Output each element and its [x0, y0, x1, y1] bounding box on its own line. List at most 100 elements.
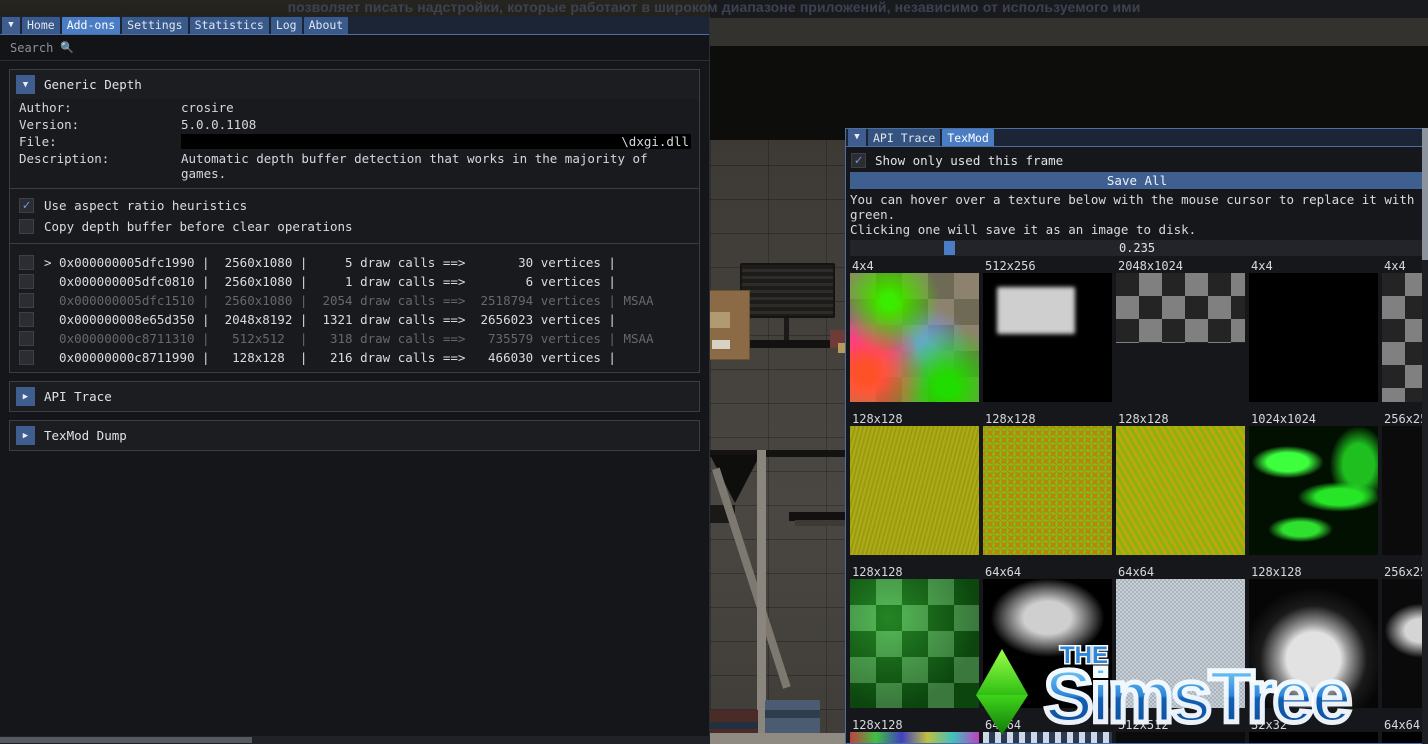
texture-size-label: 64x64 [983, 565, 1116, 579]
field-version-key: Version: [19, 117, 181, 132]
texmod-dump-header[interactable]: ▶ TexMod Dump [10, 421, 699, 450]
texture-cell[interactable]: 64x64 [983, 565, 1116, 718]
slider-value: 0.235 [850, 240, 1424, 256]
checkbox-box[interactable] [19, 274, 34, 289]
texmod-tabbar: ▼ API Trace TexMod [846, 129, 1428, 147]
vent-stem [784, 318, 789, 340]
scrollbar-thumb[interactable] [1422, 128, 1428, 260]
texture-thumbnail[interactable] [850, 732, 979, 744]
depth-buffer-row[interactable]: 0x000000008e65d350 | 2048x8192 | 1321 dr… [10, 310, 699, 329]
texture-cell[interactable]: 128x128 [850, 718, 983, 744]
background-banner-text: позволяет писать надстройки, которые раб… [0, 0, 1428, 16]
triangle-right-icon[interactable]: ▶ [16, 387, 35, 406]
field-file-key: File: [19, 134, 181, 149]
checkbox-copy-depth-buffer[interactable]: Copy depth buffer before clear operation… [10, 216, 699, 237]
texture-size-label: 64x64 [1116, 565, 1249, 579]
texture-cell[interactable]: 32x32 [1249, 718, 1382, 744]
field-description-key: Description: [19, 151, 181, 181]
horizontal-scrollbar[interactable] [0, 736, 710, 744]
checkbox-label: Show only used this frame [875, 153, 1063, 168]
scrollbar-thumb[interactable] [0, 737, 252, 743]
texmod-dump-group[interactable]: ▶ TexMod Dump [9, 420, 700, 451]
depth-buffer-text: 0x000000005dfc1510 | 2560x1080 | 2054 dr… [44, 293, 654, 308]
triangle-down-icon[interactable]: ▼ [16, 75, 35, 94]
texture-cell[interactable]: 128x128 [850, 412, 983, 565]
checkbox-box[interactable] [19, 312, 34, 327]
texture-thumbnail[interactable] [1249, 732, 1378, 744]
ceiling [710, 18, 1428, 46]
field-description: Description: Automatic depth buffer dete… [10, 150, 699, 182]
reshade-panel: ▼ Home Add-ons Settings Statistics Log A… [0, 16, 710, 744]
texture-thumbnail[interactable] [983, 273, 1112, 402]
texture-thumbnail[interactable] [1249, 579, 1378, 708]
texture-thumbnail[interactable] [983, 579, 1112, 708]
texture-thumbnail[interactable] [1116, 426, 1245, 555]
texture-cell[interactable]: 2048x1024 [1116, 259, 1249, 412]
texture-thumbnail[interactable] [983, 732, 1112, 744]
generic-depth-header[interactable]: ▼ Generic Depth [10, 70, 699, 99]
api-trace-header[interactable]: ▶ API Trace [10, 382, 699, 411]
texture-cell[interactable]: 512x256 [983, 259, 1116, 412]
tab-settings[interactable]: Settings [122, 17, 187, 34]
tab-add-ons[interactable]: Add-ons [62, 17, 120, 34]
depth-buffer-row[interactable]: > 0x000000005dfc1990 | 2560x1080 | 5 dra… [10, 253, 699, 272]
checkbox-box[interactable] [19, 219, 34, 234]
checkbox-use-aspect-ratio-heuristics[interactable]: ✓ Use aspect ratio heuristics [10, 195, 699, 216]
texture-size-label: 512x512 [1116, 718, 1249, 732]
texture-grid: 4x4 512x256 2048x1024 4x4 [850, 259, 1424, 744]
check-icon: ✓ [855, 154, 863, 167]
texture-scale-slider[interactable]: 0.235 [850, 240, 1424, 256]
texture-thumbnail[interactable] [850, 426, 979, 555]
generic-depth-title: Generic Depth [44, 77, 142, 92]
texture-size-label: 128x128 [1249, 565, 1382, 579]
texture-thumbnail[interactable] [983, 426, 1112, 555]
checkbox-box[interactable]: ✓ [19, 198, 34, 213]
checkbox-box[interactable] [19, 331, 34, 346]
triangle-right-icon[interactable]: ▶ [16, 426, 35, 445]
texture-cell[interactable]: 4x4 [850, 259, 983, 412]
texture-thumbnail[interactable] [1116, 273, 1245, 343]
checkbox-show-only-used-this-frame[interactable]: ✓ Show only used this frame [850, 151, 1424, 172]
depth-buffer-row[interactable]: 0x000000005dfc0810 | 2560x1080 | 1 draw … [10, 272, 699, 291]
checkbox-box[interactable] [19, 350, 34, 365]
texture-thumbnail[interactable] [1249, 273, 1378, 402]
tab-api-trace[interactable]: API Trace [868, 129, 940, 146]
search-input[interactable]: Search 🔍 [0, 35, 709, 61]
checkbox-box[interactable] [19, 293, 34, 308]
depth-buffer-row[interactable]: 0x00000000c8711990 | 128x128 | 216 draw … [10, 348, 699, 367]
chevron-down-icon[interactable]: ▼ [848, 129, 866, 146]
checkbox-box[interactable]: ✓ [851, 153, 866, 168]
api-trace-group[interactable]: ▶ API Trace [9, 381, 700, 412]
tab-home[interactable]: Home [22, 17, 60, 34]
texture-cell[interactable]: 128x128 [1249, 565, 1382, 718]
texture-cell[interactable]: 4x4 [1249, 259, 1382, 412]
chevron-down-icon[interactable]: ▼ [2, 17, 20, 34]
texture-cell[interactable]: 1024x1024 [1249, 412, 1382, 565]
texture-thumbnail[interactable] [1116, 579, 1245, 708]
texture-size-label: 128x128 [983, 412, 1116, 426]
texture-cell[interactable]: 512x512 [1116, 718, 1249, 744]
depth-buffer-row[interactable]: 0x00000000c8711310 | 512x512 | 318 draw … [10, 329, 699, 348]
tab-about[interactable]: About [304, 17, 349, 34]
checkbox-box[interactable] [19, 255, 34, 270]
texture-thumbnail[interactable] [850, 273, 979, 402]
texture-cell[interactable]: 64x64 [983, 718, 1116, 744]
save-all-button[interactable]: Save All [850, 172, 1424, 189]
texture-cell[interactable]: 128x128 [1116, 412, 1249, 565]
field-author-value: crosire [181, 100, 699, 115]
texture-cell[interactable]: 64x64 [1116, 565, 1249, 718]
vertical-scrollbar[interactable] [1422, 128, 1428, 744]
tab-texmod[interactable]: TexMod [942, 129, 994, 146]
texture-thumbnail[interactable] [850, 579, 979, 708]
depth-buffer-row[interactable]: 0x000000005dfc1510 | 2560x1080 | 2054 dr… [10, 291, 699, 310]
texture-cell[interactable]: 128x128 [850, 565, 983, 718]
tab-statistics[interactable]: Statistics [190, 17, 269, 34]
depth-buffer-text: 0x00000000c8711310 | 512x512 | 318 draw … [44, 331, 654, 346]
screen-root: позволяет писать надстройки, которые раб… [0, 0, 1428, 744]
texture-thumbnail[interactable] [1116, 732, 1245, 744]
texture-thumbnail[interactable] [1249, 426, 1378, 555]
tab-log[interactable]: Log [271, 17, 302, 34]
hint-line-1: You can hover over a texture below with … [850, 192, 1424, 222]
texture-size-label: 64x64 [983, 718, 1116, 732]
texture-cell[interactable]: 128x128 [983, 412, 1116, 565]
